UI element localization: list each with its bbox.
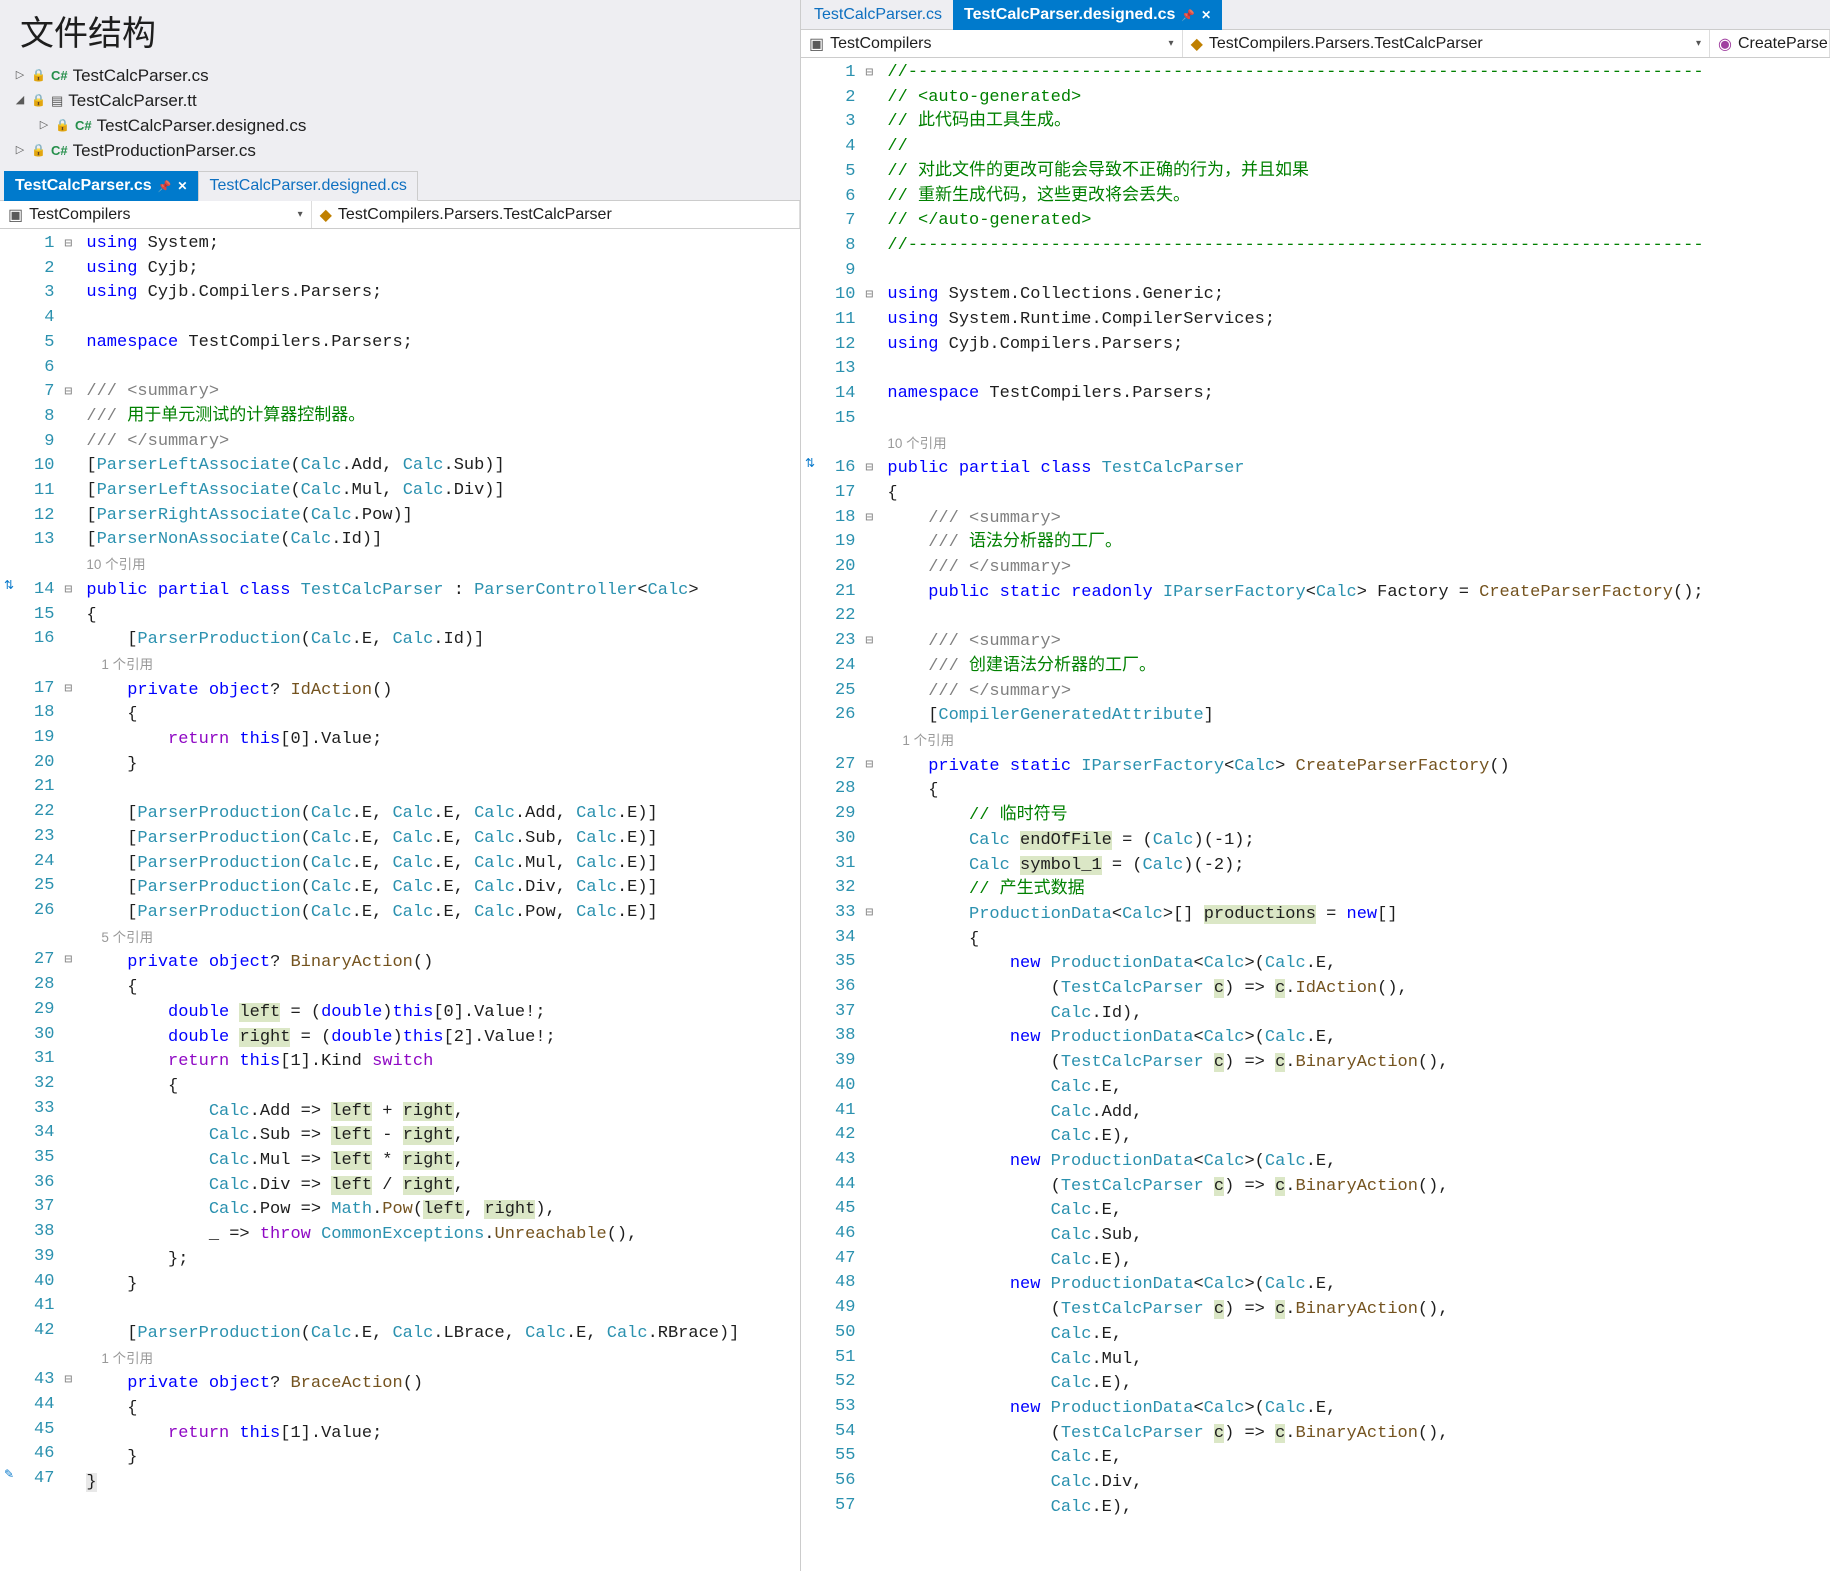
editor-tab[interactable]: TestCalcParser.designed.cs 📌 ✕ — [953, 0, 1222, 30]
lock-icon: 🔒 — [55, 113, 70, 138]
tree-item-label: TestCalcParser.cs — [73, 63, 209, 88]
twisty-icon[interactable]: ▷ — [14, 138, 26, 163]
lock-icon: 🔒 — [31, 88, 46, 113]
nav-class[interactable]: ◆ TestCompilers.Parsers.TestCalcParser ▾ — [1183, 30, 1710, 57]
tree-item-label: TestProductionParser.cs — [73, 138, 256, 163]
tab-label: TestCalcParser.designed.cs — [209, 177, 406, 195]
sync-icon[interactable]: ⇅ — [805, 456, 815, 470]
editor-tab[interactable]: TestCalcParser.cs — [803, 0, 953, 30]
pin-icon[interactable]: 📌 — [1181, 9, 1195, 22]
chevron-down-icon: ▾ — [1169, 38, 1174, 49]
tree-item[interactable]: ▷🔒C#TestCalcParser.cs — [14, 63, 786, 88]
left-editor[interactable]: ⇅✎ 1 2 3 4 5 6 7 8 9 10 11 12 13 14 15 1… — [0, 229, 800, 1571]
tree-item[interactable]: ▷🔒C#TestProductionParser.cs — [14, 138, 786, 163]
lock-icon: 🔒 — [31, 138, 46, 163]
window-title: 文件结构 — [0, 0, 800, 55]
right-tabs: TestCalcParser.cs TestCalcParser.designed… — [801, 0, 1830, 30]
sync-icon[interactable]: ⇅ — [4, 578, 14, 592]
file-tree[interactable]: ▷🔒C#TestCalcParser.cs◢🔒▤TestCalcParser.t… — [0, 55, 800, 171]
pin-icon[interactable]: 📌 — [158, 180, 172, 193]
tree-item-label: TestCalcParser.tt — [68, 88, 197, 113]
tree-item-label: TestCalcParser.designed.cs — [97, 113, 307, 138]
twisty-icon[interactable]: ◢ — [14, 88, 26, 113]
nav-class[interactable]: ◆ TestCompilers.Parsers.TestCalcParser — [312, 201, 800, 228]
right-editor[interactable]: ⇅ 1 2 3 4 5 6 7 8 9 10 11 12 13 14 15 16… — [801, 58, 1830, 1571]
nav-namespace[interactable]: ▣ TestCompilers ▾ — [801, 30, 1183, 57]
tab-label: TestCalcParser.cs — [814, 6, 942, 24]
close-icon[interactable]: ✕ — [177, 179, 187, 193]
nav-namespace[interactable]: ▣ TestCompilers ▾ — [0, 201, 312, 228]
tree-item[interactable]: ▷🔒C#TestCalcParser.designed.cs — [14, 113, 786, 138]
nav-member[interactable]: ◉ CreateParse — [1710, 30, 1830, 57]
chevron-down-icon: ▾ — [1696, 38, 1701, 49]
namespace-icon: ▣ — [809, 34, 824, 54]
template-icon: ▤ — [51, 88, 63, 113]
tree-item[interactable]: ◢🔒▤TestCalcParser.tt — [14, 88, 786, 113]
twisty-icon[interactable]: ▷ — [38, 113, 50, 138]
csharp-icon: C# — [51, 63, 68, 88]
class-icon: ◆ — [1191, 34, 1203, 54]
right-nav-bar: ▣ TestCompilers ▾ ◆ TestCompilers.Parser… — [801, 30, 1830, 58]
chevron-down-icon: ▾ — [298, 209, 303, 220]
twisty-icon[interactable]: ▷ — [14, 63, 26, 88]
left-nav-bar: ▣ TestCompilers ▾ ◆ TestCompilers.Parser… — [0, 201, 800, 229]
tab-label: TestCalcParser.designed.cs — [964, 6, 1175, 24]
left-panel: 文件结构 ▷🔒C#TestCalcParser.cs◢🔒▤TestCalcPar… — [0, 0, 800, 1571]
class-icon: ◆ — [320, 205, 332, 225]
left-tabs: TestCalcParser.cs 📌 ✕ TestCalcParser.design… — [0, 171, 800, 201]
method-icon: ◉ — [1718, 34, 1732, 54]
editor-tab[interactable]: TestCalcParser.designed.cs — [198, 171, 417, 201]
editor-tab[interactable]: TestCalcParser.cs 📌 ✕ — [4, 171, 198, 201]
close-icon[interactable]: ✕ — [1201, 8, 1211, 22]
csharp-icon: C# — [75, 113, 92, 138]
tab-label: TestCalcParser.cs — [15, 177, 152, 195]
lock-icon: 🔒 — [31, 63, 46, 88]
csharp-icon: C# — [51, 138, 68, 163]
right-panel: TestCalcParser.cs TestCalcParser.designed… — [800, 0, 1830, 1571]
namespace-icon: ▣ — [8, 205, 23, 225]
pencil-icon[interactable]: ✎ — [4, 1467, 14, 1481]
